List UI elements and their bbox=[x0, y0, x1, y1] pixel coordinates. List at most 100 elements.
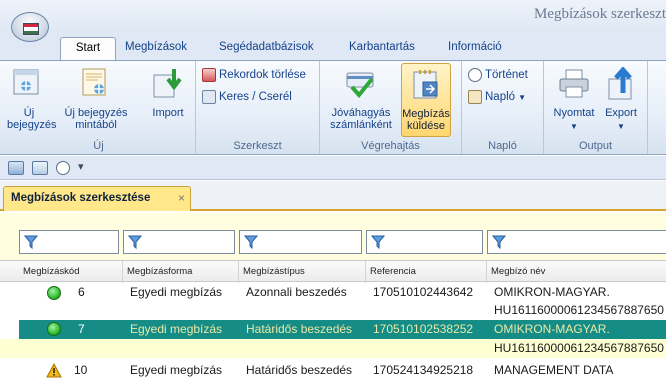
cell-referencia: 170510102538252 bbox=[373, 322, 474, 336]
filter-icon bbox=[492, 235, 506, 249]
cell-megbizaskod: 6 bbox=[78, 285, 85, 299]
column-header-megbizasforma[interactable]: Megbízásforma bbox=[123, 261, 239, 283]
printer-icon bbox=[558, 69, 590, 99]
find-replace-icon bbox=[202, 89, 216, 104]
quick-access-toolbar: ▾ bbox=[0, 156, 666, 180]
cell-megbizo-nev: OMIKRON-MAGYAR. bbox=[494, 322, 610, 336]
qat-customize-icon[interactable]: ▾ bbox=[78, 160, 84, 173]
group-label-uj: Új bbox=[93, 140, 104, 152]
document-tab-strip: Megbízások szerkesztése × bbox=[0, 181, 666, 211]
import-label: Import bbox=[152, 107, 184, 119]
filter-referencia[interactable] bbox=[366, 230, 483, 254]
cell-megbizastipus: Azonnali beszedés bbox=[246, 285, 347, 299]
import-icon bbox=[152, 67, 184, 99]
cell-megbizo-nev: OMIKRON-MAGYAR. bbox=[494, 285, 610, 299]
export-label: Export bbox=[605, 107, 637, 119]
log-label: Napló bbox=[485, 91, 516, 103]
table-row-selected[interactable]: 7 Egyedi megbízás Határidős beszedés 170… bbox=[0, 320, 666, 339]
ribbon: Új bejegyzés Új bejegyzés mintából Impor… bbox=[0, 60, 666, 155]
table-row-selected-continuation[interactable]: HU16116000061234567887650 bbox=[0, 339, 666, 358]
tab-megbizasok[interactable]: Megbízások bbox=[125, 37, 187, 60]
column-header-megbizaskod[interactable]: Megbízáskód bbox=[19, 261, 123, 283]
send-order-icon bbox=[411, 68, 443, 102]
log-icon bbox=[468, 89, 482, 104]
new-document-icon bbox=[13, 67, 41, 97]
delete-records-label: Rekordok törlése bbox=[219, 69, 306, 81]
qat-approve-icon[interactable] bbox=[8, 161, 24, 175]
cell-megbizasforma: Egyedi megbízás bbox=[130, 322, 223, 336]
group-label-szerkeszt: Szerkeszt bbox=[233, 140, 282, 152]
application-menu-button[interactable] bbox=[11, 12, 49, 42]
history-button[interactable]: Történet bbox=[468, 67, 528, 83]
tab-karbantartas[interactable]: Karbantartás bbox=[349, 37, 415, 60]
cell-megbizasforma: Egyedi megbízás bbox=[130, 363, 223, 377]
orders-grid: Megbízáskód Megbízásforma Megbízástípus … bbox=[0, 260, 666, 381]
filter-megbizasforma[interactable] bbox=[123, 230, 235, 254]
tab-informacio[interactable]: Információ bbox=[448, 37, 502, 60]
group-szerkeszt: Rekordok törlése Keres / Cserél Szerkesz… bbox=[196, 61, 320, 154]
cell-megbizastipus: Határidős beszedés bbox=[246, 363, 353, 377]
column-header-megbizastipus[interactable]: Megbízástípus bbox=[239, 261, 366, 283]
delete-records-icon bbox=[202, 67, 216, 82]
cell-megbizastipus: Határidős beszedés bbox=[246, 322, 353, 336]
filter-megbizo-nev[interactable] bbox=[487, 230, 666, 254]
clock-icon bbox=[468, 67, 482, 82]
group-vegrehajtas: Jóváhagyás számlánként Megbízás küldése … bbox=[320, 61, 462, 154]
warning-icon bbox=[46, 363, 62, 378]
chevron-down-icon: ▼ bbox=[518, 93, 526, 102]
filter-icon bbox=[24, 235, 38, 249]
status-ok-icon bbox=[47, 286, 61, 300]
history-label: Történet bbox=[485, 69, 528, 81]
new-entry-button[interactable]: Új bejegyzés bbox=[7, 63, 57, 137]
print-label: Nyomtat bbox=[553, 107, 595, 119]
group-output: Nyomtat ▼ Export ▼ Output bbox=[544, 61, 648, 154]
tab-segedadatbazisok[interactable]: Segédadatbázisok bbox=[219, 37, 314, 60]
export-chevron-icon: ▼ bbox=[617, 122, 625, 131]
group-naplo: Történet Napló ▼ Napló bbox=[462, 61, 544, 154]
approve-by-account-button[interactable]: Jóváhagyás számlánként bbox=[324, 63, 398, 137]
document-tab-label: Megbízások szerkesztése bbox=[11, 192, 151, 204]
cell-megbizaskod: 10 bbox=[74, 363, 88, 377]
cell-referencia: 170524134925218 bbox=[373, 363, 474, 377]
cell-megbizasforma: Egyedi megbízás bbox=[130, 285, 223, 299]
log-dropdown-button[interactable]: Napló ▼ bbox=[468, 89, 526, 105]
close-icon[interactable]: × bbox=[178, 187, 185, 210]
filter-megbizastipus[interactable] bbox=[239, 230, 362, 254]
filter-icon bbox=[371, 235, 385, 249]
template-document-icon bbox=[80, 67, 110, 99]
document-tab-megbizasok-szerkesztese[interactable]: Megbízások szerkesztése × bbox=[3, 186, 191, 211]
new-from-template-label: Új bejegyzés mintából bbox=[64, 107, 128, 131]
delete-records-button[interactable]: Rekordok törlése bbox=[202, 67, 306, 83]
send-order-button[interactable]: Megbízás küldése bbox=[401, 63, 451, 137]
table-row[interactable]: 10 Egyedi megbízás Határidős beszedés 17… bbox=[0, 359, 666, 381]
table-row[interactable]: 6 Egyedi megbízás Azonnali beszedés 1705… bbox=[0, 283, 666, 319]
group-uj: Új bejegyzés Új bejegyzés mintából Impor… bbox=[2, 61, 196, 154]
find-replace-button[interactable]: Keres / Cserél bbox=[202, 89, 292, 105]
filter-icon bbox=[128, 235, 142, 249]
grid-header: Megbízáskód Megbízásforma Megbízástípus … bbox=[0, 260, 666, 283]
approve-by-account-label: Jóváhagyás számlánként bbox=[330, 107, 392, 131]
filter-row bbox=[0, 213, 666, 260]
group-overflow bbox=[648, 61, 666, 154]
export-arrow-icon bbox=[607, 66, 637, 101]
hungarian-flag-icon bbox=[23, 23, 39, 35]
qat-card-icon[interactable] bbox=[32, 161, 48, 175]
group-label-vegrehajtas: Végrehajtás bbox=[361, 140, 420, 152]
new-entry-label: Új bejegyzés bbox=[7, 107, 57, 131]
new-from-template-button[interactable]: Új bejegyzés mintából bbox=[48, 63, 144, 137]
window-title: Megbízások szerkeszt bbox=[533, 6, 666, 22]
qat-clock-icon[interactable] bbox=[56, 161, 70, 175]
filter-megbizaskod[interactable] bbox=[19, 230, 119, 254]
ribbon-tab-bar: Start Megbízások Segédadatbázisok Karban… bbox=[0, 32, 666, 60]
column-header-referencia[interactable]: Referencia bbox=[366, 261, 487, 283]
cell-megbizo-szamla: HU16116000061234567887650 bbox=[494, 303, 664, 317]
column-header-megbizo-nev[interactable]: Megbízó név bbox=[487, 261, 666, 283]
import-button[interactable]: Import bbox=[146, 63, 190, 137]
tab-start[interactable]: Start bbox=[60, 37, 116, 60]
group-label-output: Output bbox=[578, 140, 613, 152]
send-order-label: Megbízás küldése bbox=[402, 108, 450, 132]
print-button[interactable]: Nyomtat ▼ bbox=[550, 63, 598, 137]
export-button[interactable]: Export ▼ bbox=[600, 63, 642, 137]
status-ok-icon bbox=[47, 322, 61, 336]
cell-megbizaskod: 7 bbox=[78, 322, 85, 336]
